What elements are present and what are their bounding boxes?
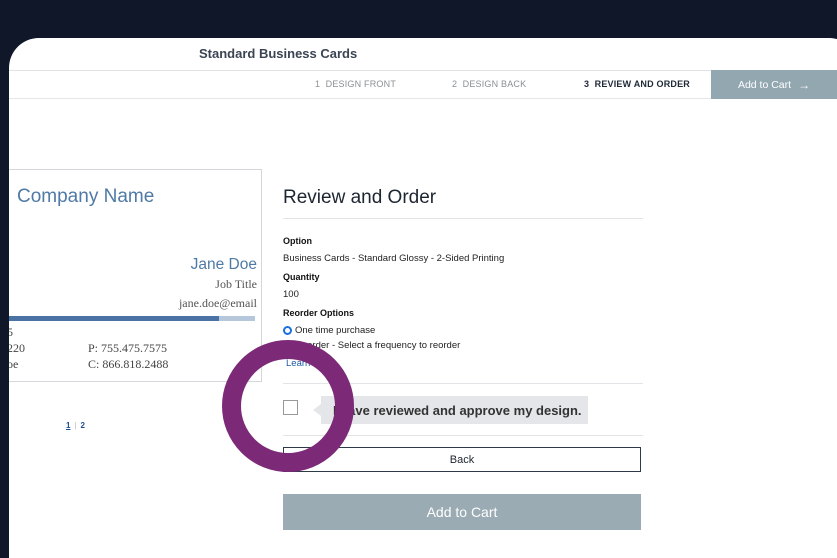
radio-reorder[interactable] [283, 341, 292, 350]
card-phone: P: 755.475.7575 [88, 341, 168, 355]
back-button[interactable]: Back [283, 447, 641, 472]
card-name: Jane Doe [190, 256, 257, 273]
card-address-1: 5 [9, 325, 13, 339]
card-address-2: 220 [9, 341, 25, 355]
app-window: Standard Business Cards 1 DESIGN FRONT 2… [9, 38, 837, 558]
arrow-right-icon: → [798, 77, 811, 92]
radio-one-time-label: One time purchase [295, 325, 376, 336]
card-side-pager: 1 | 2 [66, 421, 85, 430]
card-accent-bar-light [219, 316, 255, 321]
pager-page-2[interactable]: 2 [81, 421, 85, 430]
option-value: Business Cards - Standard Glossy - 2-Sid… [283, 253, 505, 264]
reorder-label: Reorder Options [283, 308, 355, 318]
divider [283, 383, 643, 384]
option-label: Option [283, 236, 312, 246]
radio-one-time[interactable] [283, 326, 292, 335]
card-cell: C: 866.818.2488 [88, 357, 169, 371]
card-company: Company Name [17, 186, 155, 207]
review-panel: Review and Order Option Business Cards -… [283, 38, 653, 558]
card-address-3: oe [9, 357, 19, 371]
add-to-cart-top-button[interactable]: Add to Cart → [711, 70, 837, 99]
card-email: jane.doe@email [178, 296, 257, 310]
add-to-cart-button[interactable]: Add to Cart [283, 494, 641, 530]
business-card-preview: Company Name Jane Doe Job Title jane.doe… [9, 169, 262, 382]
approve-checkbox[interactable] [283, 400, 298, 415]
card-job-title: Job Title [215, 277, 257, 291]
card-accent-bar [9, 316, 219, 321]
divider [283, 218, 643, 219]
pager-page-1[interactable]: 1 [66, 421, 70, 430]
radio-reorder-label: Reorder - Select a frequency to reorder [295, 340, 461, 351]
quantity-value: 100 [283, 289, 299, 300]
add-to-cart-top-label: Add to Cart [737, 78, 792, 91]
approve-tooltip: I have reviewed and approve my design. [313, 396, 588, 424]
learn-more-link[interactable]: Learn m [286, 358, 321, 369]
divider [283, 435, 643, 436]
review-title: Review and Order [283, 187, 437, 208]
approve-text: I have reviewed and approve my design. [333, 402, 582, 418]
quantity-label: Quantity [283, 272, 320, 282]
